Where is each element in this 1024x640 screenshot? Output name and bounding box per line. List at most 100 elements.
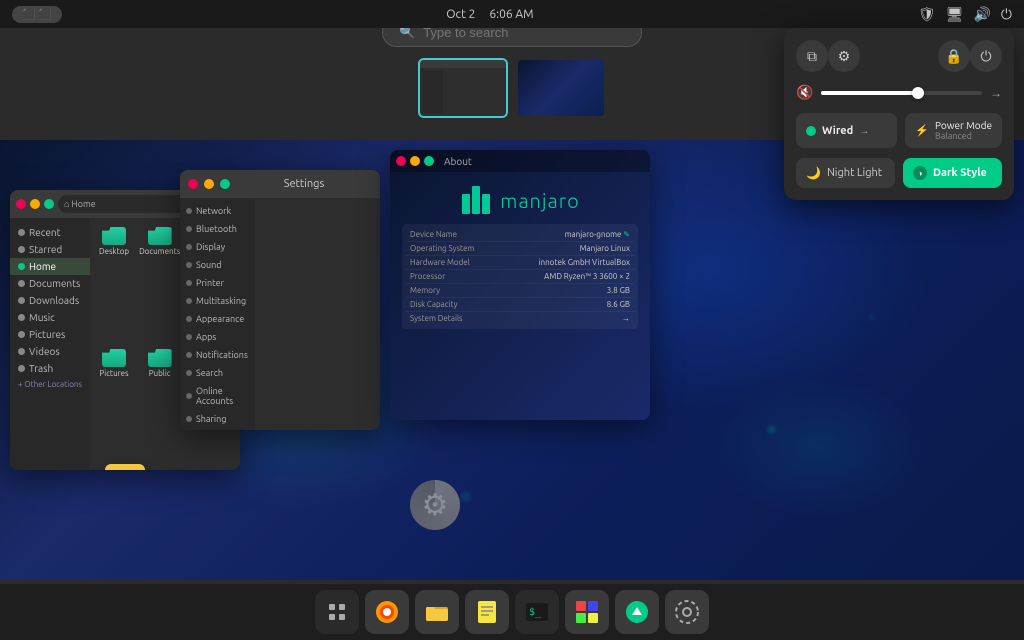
sidebar-item-videos[interactable]: Videos	[10, 343, 90, 360]
search-icon	[186, 370, 192, 376]
screen-icon[interactable]: 🖥	[946, 6, 964, 23]
sharing-icon	[186, 416, 192, 422]
about-window: About manjaro Device Name manjaro-gnome …	[390, 150, 650, 420]
files-manager-btn[interactable]	[415, 590, 459, 634]
about-content: manjaro Device Name manjaro-gnome ✎ Oper…	[390, 172, 650, 341]
file-public[interactable]: Public	[136, 346, 183, 464]
apps-grid-btn[interactable]	[315, 590, 359, 634]
settings-item-display[interactable]: Display	[180, 238, 255, 256]
system-settings-btn[interactable]	[665, 590, 709, 634]
settings-item-printer[interactable]: Printer	[180, 274, 255, 292]
recent-icon	[18, 229, 25, 236]
close-btn[interactable]	[396, 156, 406, 166]
settings-item-online[interactable]: Online Accounts	[180, 382, 255, 410]
processor-row: Processor AMD Ryzen™ 3 3600 × 2	[406, 270, 634, 284]
shield-icon[interactable]: 🛡	[918, 6, 936, 23]
edit-icon[interactable]: ✎	[623, 230, 630, 239]
sidebar-item-other[interactable]: + Other Locations	[10, 377, 90, 392]
settings-item-apps[interactable]: Apps	[180, 328, 255, 346]
sidebar-item-pictures[interactable]: Pictures	[10, 326, 90, 343]
installer-icon	[624, 599, 650, 625]
sidebar-item-music[interactable]: Music	[10, 309, 90, 326]
power-mode-icon: ⚡	[915, 124, 929, 137]
os-row: Operating System Manjaro Linux	[406, 242, 634, 256]
settings-item-sharing[interactable]: Sharing	[180, 410, 255, 428]
settings-item-mouse[interactable]: Mouse & Touchpad	[180, 428, 255, 430]
settings-item-search[interactable]: Search	[180, 364, 255, 382]
manjaro-logo: manjaro	[460, 184, 580, 216]
manjaro-logo-icon	[460, 184, 492, 216]
max-btn[interactable]	[44, 199, 54, 209]
network-btn[interactable]: Wired →	[796, 113, 897, 148]
kolourpaint-btn[interactable]	[565, 590, 609, 634]
terminal-icon: $_	[524, 599, 550, 625]
volume-fill	[821, 91, 917, 95]
sidebar-item-home[interactable]: Home	[10, 258, 90, 275]
max-btn[interactable]	[424, 156, 434, 166]
settings-item-bluetooth[interactable]: Bluetooth	[180, 220, 255, 238]
sidebar-item-trash[interactable]: Trash	[10, 360, 90, 377]
volume-slider[interactable]	[821, 91, 982, 95]
settings-item-network[interactable]: Network	[180, 202, 255, 220]
system-details-row[interactable]: System Details →	[406, 312, 634, 325]
night-light-btn[interactable]: 🌙 Night Light	[796, 158, 895, 188]
sidebar-item-recent[interactable]: Recent	[10, 224, 90, 241]
grid-icon	[327, 602, 347, 622]
settings-item-notifications[interactable]: Notifications	[180, 346, 255, 364]
settings-gear-icon: ⚙	[410, 480, 460, 530]
settings-btn[interactable]: ⚙	[828, 40, 860, 72]
close-btn[interactable]	[16, 199, 26, 209]
power-mode-value: Balanced	[935, 131, 992, 141]
settings-item-appearance[interactable]: Appearance	[180, 310, 255, 328]
file-pictures[interactable]: Pictures	[96, 346, 132, 464]
installer-btn[interactable]	[615, 590, 659, 634]
power-mode-btn[interactable]: ⚡ Power Mode Balanced	[905, 113, 1002, 148]
close-btn[interactable]	[188, 179, 198, 189]
top-bar-icons: 🛡 🖥 🔊 ⏻	[918, 6, 1012, 23]
power-mode-info: Power Mode Balanced	[935, 120, 992, 141]
volume-icon[interactable]: 🔊	[973, 6, 990, 23]
terminal-btn[interactable]: $_	[515, 590, 559, 634]
kolourpaint-icon	[574, 599, 600, 625]
network-arrow-icon: →	[859, 125, 869, 137]
thumbnail-1[interactable]	[418, 58, 508, 118]
settings-item-multitasking[interactable]: Multitasking	[180, 292, 255, 310]
lock-btn[interactable]: 🔒	[938, 40, 970, 72]
file-desktop[interactable]: Desktop	[96, 224, 132, 342]
settings-item-sound[interactable]: Sound	[180, 256, 255, 274]
thumbnail-2[interactable]	[516, 58, 606, 118]
display-settings-btn[interactable]: ⧉	[796, 40, 828, 72]
sidebar-item-starred[interactable]: Starred	[10, 241, 90, 258]
pictures-icon	[18, 331, 25, 338]
sidebar-item-downloads[interactable]: Downloads	[10, 292, 90, 309]
min-btn[interactable]	[30, 199, 40, 209]
settings-body: Network Bluetooth Display Sound Printer …	[180, 198, 380, 430]
firefox-icon	[374, 599, 400, 625]
min-btn[interactable]	[204, 179, 214, 189]
workspace-switcher[interactable]: ⬛ ⬛	[12, 6, 62, 23]
file-documents[interactable]: Documents	[136, 224, 183, 342]
documents-icon	[18, 280, 25, 287]
volume-knob	[912, 87, 924, 99]
multitasking-icon	[186, 298, 192, 304]
power-icon[interactable]: ⏻	[1001, 6, 1012, 23]
breadcrumb: ⌂ Home	[64, 199, 96, 209]
sidebar-item-documents[interactable]: Documents	[10, 275, 90, 292]
min-btn[interactable]	[410, 156, 420, 166]
notes-btn[interactable]	[465, 590, 509, 634]
volume-mute-icon[interactable]: 🔇	[796, 84, 813, 101]
date-label: Oct 2	[446, 8, 475, 21]
power-off-btn[interactable]: ⏻	[970, 40, 1002, 72]
settings-content	[255, 198, 380, 430]
firefox-btn[interactable]	[365, 590, 409, 634]
qp-icons-row: ⧉ ⚙ 🔒 ⏻	[796, 40, 1002, 72]
volume-expand-icon[interactable]: →	[990, 86, 1002, 100]
night-light-label: Night Light	[827, 167, 882, 179]
folder-icon	[148, 349, 172, 367]
top-bar-left: ⬛ ⬛	[12, 6, 62, 23]
videos-icon	[18, 348, 25, 355]
night-dark-row: 🌙 Night Light ◑ Dark Style	[796, 158, 1002, 188]
max-btn[interactable]	[220, 179, 230, 189]
dark-style-btn[interactable]: ◑ Dark Style	[903, 158, 1002, 188]
manjaro-brand-text: manjaro	[500, 189, 580, 212]
